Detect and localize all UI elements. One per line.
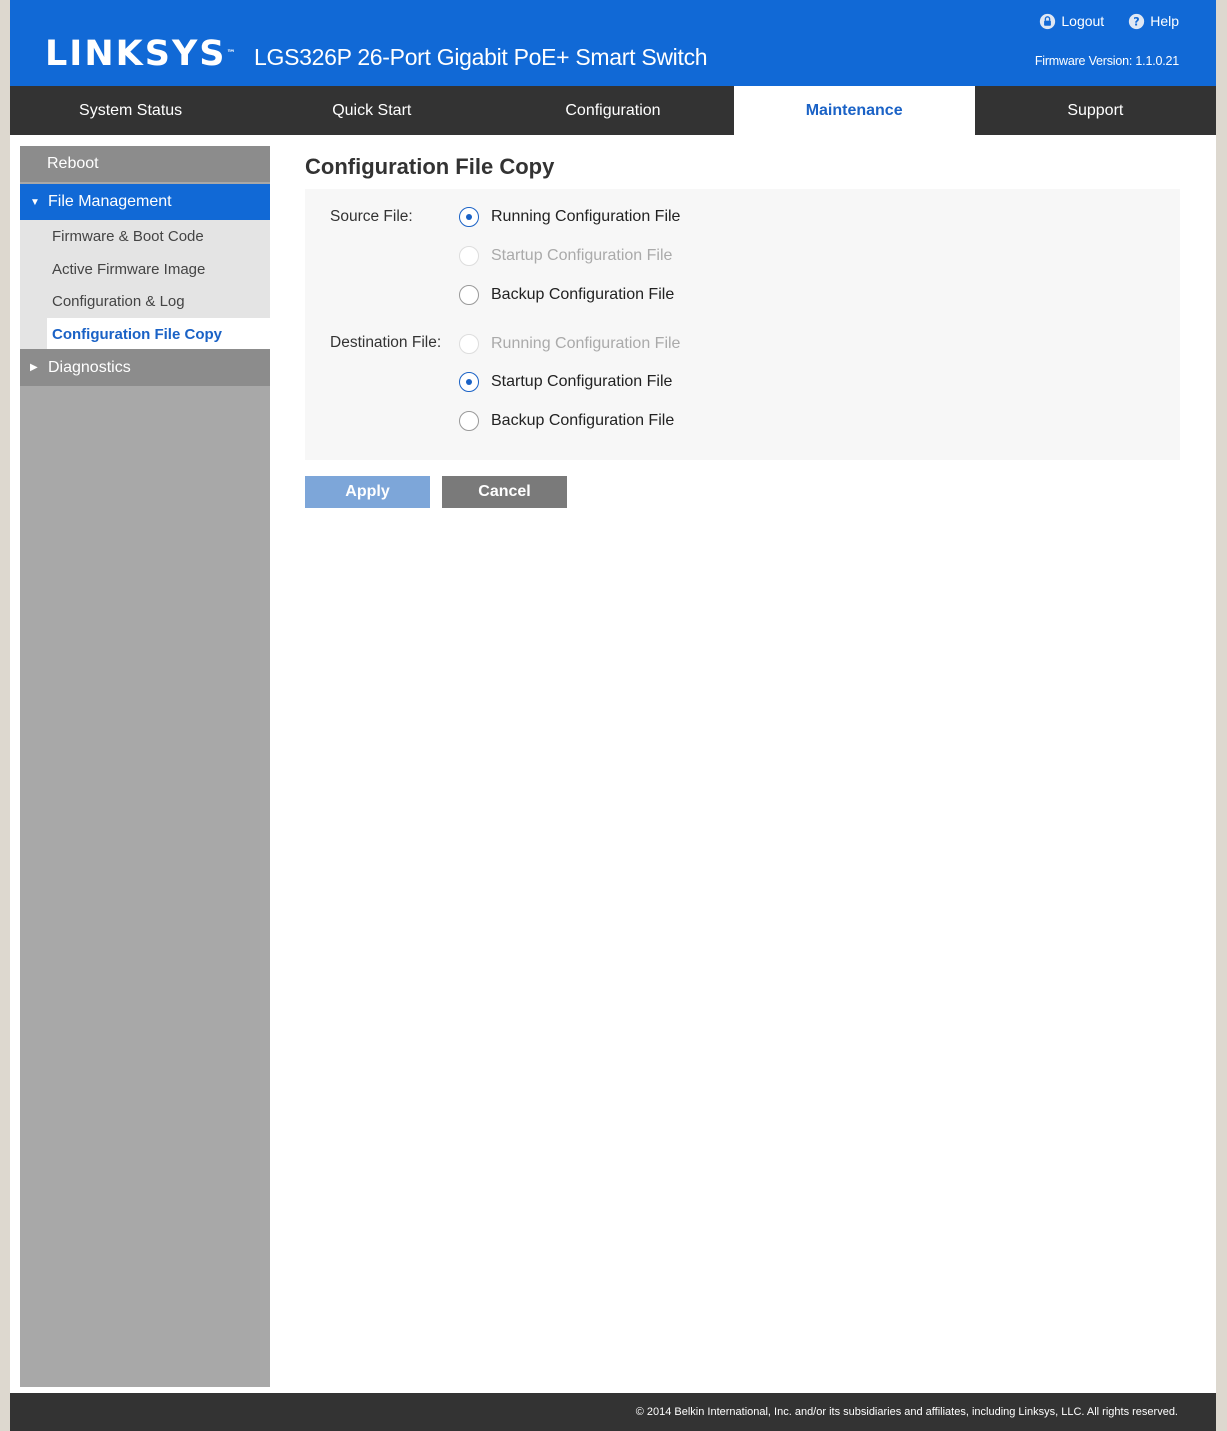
source-backup-config-radio[interactable]: Backup Configuration File bbox=[459, 285, 674, 305]
radio-button[interactable] bbox=[459, 372, 479, 392]
help-label: Help bbox=[1150, 13, 1179, 29]
radio-button[interactable] bbox=[459, 411, 479, 431]
tab-quick-start[interactable]: Quick Start bbox=[251, 86, 492, 135]
triangle-right-icon: ▶ bbox=[30, 362, 38, 373]
svg-text:?: ? bbox=[1133, 15, 1139, 28]
tab-system-status[interactable]: System Status bbox=[10, 86, 251, 135]
sidebar: Reboot ▼ File Management Firmware & Boot… bbox=[20, 146, 270, 1387]
cancel-button[interactable]: Cancel bbox=[442, 476, 567, 508]
copyright-text: © 2014 Belkin International, Inc. and/or… bbox=[635, 1406, 1178, 1418]
radio-button bbox=[459, 334, 479, 354]
radio-label: Startup Configuration File bbox=[491, 247, 673, 264]
radio-label: Backup Configuration File bbox=[491, 286, 675, 303]
sidebar-item-reboot[interactable]: Reboot bbox=[20, 146, 270, 182]
radio-label: Startup Configuration File bbox=[491, 373, 673, 390]
header: LINKSYS™ LGS326P 26-Port Gigabit PoE+ Sm… bbox=[10, 0, 1216, 86]
sidebar-item-label: File Management bbox=[48, 193, 172, 210]
lock-icon bbox=[1039, 13, 1056, 30]
destination-startup-config-radio[interactable]: Startup Configuration File bbox=[459, 372, 672, 392]
sidebar-item-firmware-boot-code[interactable]: Firmware & Boot Code bbox=[20, 220, 270, 252]
sidebar-item-label: Diagnostics bbox=[48, 358, 131, 376]
destination-running-config-radio: Running Configuration File bbox=[459, 334, 680, 354]
source-startup-config-radio: Startup Configuration File bbox=[459, 246, 672, 266]
sidebar-item-diagnostics[interactable]: ▶ Diagnostics bbox=[20, 349, 270, 386]
destination-backup-config-radio[interactable]: Backup Configuration File bbox=[459, 411, 674, 431]
page-title: Configuration File Copy bbox=[305, 154, 555, 179]
triangle-down-icon: ▼ bbox=[30, 196, 40, 208]
tab-support[interactable]: Support bbox=[975, 86, 1216, 135]
source-running-config-radio[interactable]: Running Configuration File bbox=[459, 207, 680, 227]
sidebar-item-active-firmware-image[interactable]: Active Firmware Image bbox=[20, 253, 270, 285]
sidebar-item-file-management[interactable]: ▼ File Management bbox=[20, 184, 270, 220]
logout-label: Logout bbox=[1061, 13, 1105, 29]
sidebar-item-label: Reboot bbox=[47, 155, 99, 172]
radio-button[interactable] bbox=[459, 285, 479, 305]
radio-label: Backup Configuration File bbox=[491, 412, 675, 429]
product-title: LGS326P 26-Port Gigabit PoE+ Smart Switc… bbox=[254, 44, 708, 70]
sidebar-item-configuration-log[interactable]: Configuration & Log bbox=[20, 285, 270, 317]
top-links: Logout ? Help bbox=[1039, 11, 1179, 31]
apply-button[interactable]: Apply bbox=[305, 476, 430, 508]
radio-label: Running Configuration File bbox=[491, 208, 681, 225]
trademark-mark: ™ bbox=[226, 49, 236, 59]
brand-name: LINKSYS bbox=[45, 34, 227, 74]
sidebar-item-configuration-file-copy[interactable]: Configuration File Copy bbox=[47, 318, 270, 350]
firmware-version: Firmware Version: 1.1.0.21 bbox=[1034, 54, 1179, 68]
tab-maintenance[interactable]: Maintenance bbox=[733, 86, 975, 135]
linksys-logo: LINKSYS™ bbox=[45, 36, 236, 72]
help-circle-icon: ? bbox=[1128, 13, 1145, 30]
config-copy-form: Source File: Running Configuration File … bbox=[305, 189, 1180, 460]
top-nav: System Status Quick Start Configuration … bbox=[10, 86, 1216, 135]
footer: © 2014 Belkin International, Inc. and/or… bbox=[10, 1393, 1216, 1431]
radio-label: Running Configuration File bbox=[491, 335, 681, 352]
help-link[interactable]: ? Help bbox=[1128, 11, 1179, 31]
tab-configuration[interactable]: Configuration bbox=[492, 86, 733, 135]
logout-link[interactable]: Logout bbox=[1039, 11, 1104, 31]
radio-button[interactable] bbox=[459, 207, 479, 227]
app-frame: LINKSYS™ LGS326P 26-Port Gigabit PoE+ Sm… bbox=[10, 0, 1216, 1431]
file-management-submenu: Firmware & Boot Code Active Firmware Ima… bbox=[20, 220, 270, 350]
destination-file-label: Destination File: bbox=[330, 334, 442, 351]
radio-button bbox=[459, 246, 479, 266]
source-file-label: Source File: bbox=[330, 208, 413, 225]
